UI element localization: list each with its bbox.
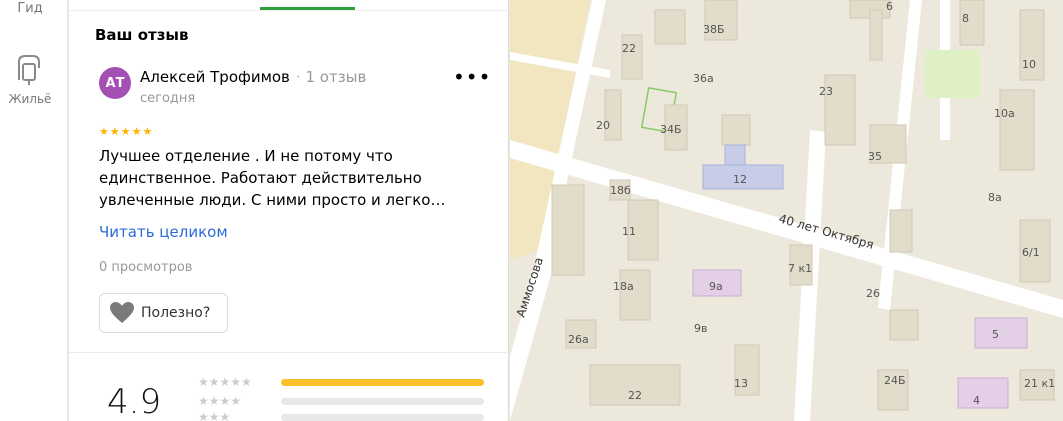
tab-divider [69, 10, 509, 11]
guide-label[interactable]: Гид [0, 1, 60, 16]
house-label: 9а [709, 280, 723, 293]
avatar[interactable]: АТ [99, 67, 131, 99]
house-label: 21 к1 [1024, 377, 1055, 390]
house-label: 23 [819, 85, 833, 98]
house-label: 7 к1 [788, 262, 812, 275]
house-label: 8а [988, 191, 1002, 204]
useful-button[interactable]: Полезно? [99, 293, 228, 333]
rating-row-stars: ★★★ [198, 410, 231, 421]
heart-icon [110, 302, 134, 323]
house-label: 8 [962, 12, 969, 25]
house-label: 38Б [703, 23, 725, 36]
house-label: 18б [610, 184, 631, 197]
more-options-icon[interactable]: ••• [453, 67, 490, 92]
housing-icon[interactable] [14, 52, 44, 86]
section-divider [69, 352, 509, 353]
review-panel: Ваш отзыв АТ Алексей Трофимов · 1 отзыв с… [69, 0, 509, 421]
review-stars: ★★★★★ [99, 125, 154, 138]
house-label: 13 [734, 377, 748, 390]
author-name[interactable]: Алексей Трофимов [140, 68, 290, 86]
housing-label[interactable]: Жильё [0, 92, 60, 106]
views-count: 0 просмотров [99, 260, 193, 275]
house-label: 6 [886, 0, 893, 13]
rating-row-stars: ★★★★★ [198, 375, 252, 389]
read-more-link[interactable]: Читать целиком [99, 223, 228, 241]
section-title: Ваш отзыв [95, 26, 189, 44]
house-label: 5 [992, 328, 999, 341]
rating-bar [281, 414, 484, 421]
house-label: 10 [1022, 58, 1036, 71]
author-review-count: 1 отзыв [305, 68, 367, 86]
house-label: 24Б [884, 374, 906, 387]
rating-bar [281, 398, 484, 405]
separator-dot: · [295, 68, 301, 86]
active-tab-indicator [260, 7, 355, 10]
house-label: 34Б [660, 123, 682, 136]
house-label: 22 [622, 42, 636, 55]
house-label: 9в [694, 322, 707, 335]
house-label: 35 [868, 150, 882, 163]
house-label: 11 [622, 225, 636, 238]
review-text: Лучшее отделение . И не потому что единс… [99, 147, 446, 209]
house-label: 36а [693, 72, 714, 85]
map-view[interactable]: 22 38Б 6 8 10 36а 23 20 34Б 10а 35 12 18… [510, 0, 1063, 421]
house-label: 26а [568, 333, 589, 346]
review-date: сегодня [140, 91, 196, 106]
rating-bar-fill [281, 379, 484, 386]
house-label: 22 [628, 389, 642, 402]
useful-label: Полезно? [141, 305, 211, 321]
rating-row-stars: ★★★★ [198, 394, 242, 408]
rating-bar [281, 379, 484, 386]
map-canvas[interactable]: 22 38Б 6 8 10 36а 23 20 34Б 10а 35 12 18… [510, 0, 1063, 421]
house-label: 18а [613, 280, 634, 293]
house-label: 10а [994, 107, 1015, 120]
author-line: Алексей Трофимов · 1 отзыв [140, 68, 366, 86]
house-label: 12 [733, 173, 747, 186]
left-rail: Гид Жильё [0, 0, 68, 421]
rating-value: 4.9 [107, 382, 162, 421]
house-label: 20 [596, 119, 610, 132]
house-label: 26 [866, 287, 880, 300]
house-label: 6/1 [1022, 246, 1040, 259]
house-label: 4 [973, 394, 980, 407]
